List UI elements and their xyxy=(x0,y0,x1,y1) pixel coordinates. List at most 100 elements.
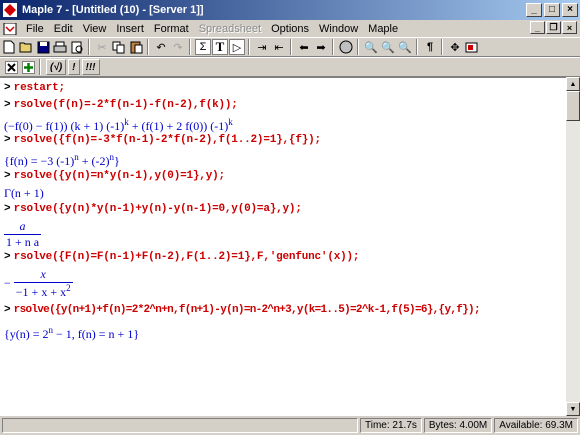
minimize-button[interactable]: _ xyxy=(526,3,542,17)
input-line-1[interactable]: > restart; xyxy=(4,81,65,94)
maple-window: Maple 7 - [Untitled (10) - [Server 1]] _… xyxy=(0,0,580,435)
redo-icon: ↷ xyxy=(173,41,183,54)
outdent-button[interactable]: ⇤ xyxy=(271,39,287,55)
toolbar-separator xyxy=(88,39,90,55)
maximize-icon: □ xyxy=(548,4,556,15)
menu-view[interactable]: View xyxy=(78,23,112,35)
expand-section-button[interactable]: ✥ xyxy=(447,39,463,55)
fraction: a 1 + n a xyxy=(4,219,42,250)
toolbar-separator xyxy=(416,39,418,55)
sigma-icon: Σ xyxy=(199,41,207,53)
doc-restore-button[interactable]: ❐ xyxy=(546,21,561,34)
triple-exclamation-button[interactable]: !!! xyxy=(81,59,100,75)
show-nonprinting-button[interactable]: ¶ xyxy=(422,39,438,55)
maximize-button[interactable]: □ xyxy=(544,3,560,17)
print-button[interactable] xyxy=(52,39,68,55)
redo-button[interactable]: ↷ xyxy=(170,39,186,55)
scroll-thumb[interactable] xyxy=(566,91,580,121)
execute-icon xyxy=(21,60,35,74)
status-message xyxy=(2,418,359,433)
worksheet[interactable]: > restart; > rsolve(f(n)=-2*f(n-1)-f(n-2… xyxy=(0,77,566,416)
status-bar: Time: 21.7s Bytes: 4.00M Available: 69.3… xyxy=(0,416,580,435)
output-line-4: a 1 + n a xyxy=(4,219,42,250)
input-line-7[interactable]: > rsolve({y(n+1)+f(n)=2*2^n+n,f(n+1)-y(n… xyxy=(4,303,481,316)
input-line-5[interactable]: > rsolve({y(n)*y(n-1)+y(n)-y(n-1)=0,y(0)… xyxy=(4,202,302,215)
zoom-200-button[interactable]: 🔍 xyxy=(397,39,413,55)
toggle-input-button[interactable] xyxy=(3,59,19,75)
zoom-in-icon: 🔍 xyxy=(381,41,395,54)
scroll-down-button[interactable]: ▼ xyxy=(566,402,580,416)
cut-button[interactable]: ✂ xyxy=(94,39,110,55)
menu-spreadsheet[interactable]: Spreadsheet xyxy=(194,23,266,35)
input-line-4[interactable]: > rsolve({y(n)=n*y(n-1),y(0)=1},y); xyxy=(4,169,225,182)
minimize-icon: _ xyxy=(531,4,537,15)
sqrt-button[interactable]: (√) xyxy=(46,59,67,75)
command-text[interactable]: rsolve({y(n)=n*y(n-1),y(0)=1},y); xyxy=(14,170,225,182)
forward-button[interactable]: ➡ xyxy=(313,39,329,55)
indent-icon: ⇥ xyxy=(257,41,267,54)
command-text[interactable]: rsolve({F(n)=F(n-1)+F(n-2),F(1..2)=1},F,… xyxy=(14,251,360,263)
back-button[interactable]: ⬅ xyxy=(296,39,312,55)
menu-maple[interactable]: Maple xyxy=(363,23,403,35)
copy-button[interactable] xyxy=(111,39,127,55)
arrow-right-icon: ➡ xyxy=(316,41,326,54)
input-line-2[interactable]: > rsolve(f(n)=-2*f(n-1)-f(n-2),f(k)); xyxy=(4,98,238,111)
menu-window[interactable]: Window xyxy=(314,23,363,35)
doc-minimize-button[interactable]: _ xyxy=(530,21,545,34)
insert-math-button[interactable]: Σ xyxy=(195,39,211,55)
exclamation-button[interactable]: ! xyxy=(68,59,80,75)
arrow-left-icon: ⬅ xyxy=(299,41,309,54)
print-preview-button[interactable] xyxy=(69,39,85,55)
prompt: > xyxy=(4,203,11,215)
input-line-3[interactable]: > rsolve({f(n)=-3*f(n-1)-2*f(n-2),f(1..2… xyxy=(4,133,321,146)
close-button[interactable]: × xyxy=(562,3,578,17)
output-text: } xyxy=(114,154,120,168)
fraction: x −1 + x + x2 xyxy=(13,267,73,300)
command-text[interactable]: restart; xyxy=(14,82,65,94)
menu-insert[interactable]: Insert xyxy=(111,23,149,35)
scroll-up-button[interactable]: ▲ xyxy=(566,77,580,91)
stop-button[interactable] xyxy=(338,39,354,55)
execute-button[interactable] xyxy=(20,59,36,75)
menu-options[interactable]: Options xyxy=(266,23,314,35)
undo-button[interactable]: ↶ xyxy=(153,39,169,55)
prompt: > xyxy=(4,99,11,111)
paste-clipboard-icon xyxy=(130,41,142,54)
denominator-text: −1 + x + x xyxy=(15,285,67,299)
doc-close-button[interactable]: × xyxy=(562,21,577,34)
save-disk-icon xyxy=(37,41,49,53)
output-text: − 1, f(n) = n + 1} xyxy=(53,327,140,341)
indent-button[interactable]: ⇥ xyxy=(254,39,270,55)
restart-button[interactable] xyxy=(464,39,480,55)
title-bar[interactable]: Maple 7 - [Untitled (10) - [Server 1]] _… xyxy=(0,0,580,20)
command-text[interactable]: rsolve(f(n)=-2*f(n-1)-f(n-2),f(k)); xyxy=(14,99,238,111)
window-title: Maple 7 - [Untitled (10) - [Server 1]] xyxy=(22,4,204,16)
input-line-6[interactable]: > rsolve({F(n)=F(n-1)+F(n-2),F(1..2)=1},… xyxy=(4,250,360,263)
insert-prompt-button[interactable]: ▷ xyxy=(229,39,245,55)
print-preview-icon xyxy=(71,41,82,53)
zoom-150-button[interactable]: 🔍 xyxy=(380,39,396,55)
paste-button[interactable] xyxy=(128,39,144,55)
command-text[interactable]: rsolve({f(n)=-3*f(n-1)-2*f(n-2),f(1..2)=… xyxy=(14,134,321,146)
maple-app-icon[interactable] xyxy=(3,3,17,17)
output-text: {f(n) = −3 (-1) xyxy=(4,154,75,168)
command-text[interactable]: rsolve({y(n+1)+f(n)=2*2^n+n,f(n+1)-y(n)=… xyxy=(14,304,481,316)
output-text: {y(n) = 2 xyxy=(4,327,49,341)
zoom-100-button[interactable]: 🔍 xyxy=(363,39,379,55)
prompt: > xyxy=(4,170,11,182)
menu-edit[interactable]: Edit xyxy=(49,23,78,35)
copy-icon xyxy=(112,41,125,53)
status-time: Time: 21.7s xyxy=(360,418,422,433)
insert-text-button[interactable]: T xyxy=(212,39,228,55)
prompt: > xyxy=(4,134,11,146)
new-button[interactable] xyxy=(1,39,17,55)
vertical-scrollbar[interactable]: ▲ ▼ xyxy=(566,77,580,416)
command-text[interactable]: rsolve({y(n)*y(n-1)+y(n)-y(n-1)=0,y(0)=a… xyxy=(14,203,302,215)
save-button[interactable] xyxy=(35,39,51,55)
prompt: > xyxy=(4,82,11,94)
menu-file[interactable]: File xyxy=(21,23,49,35)
document-icon[interactable] xyxy=(3,22,17,35)
open-button[interactable] xyxy=(18,39,34,55)
menu-format[interactable]: Format xyxy=(149,23,194,35)
fraction-numerator: x xyxy=(13,267,73,283)
